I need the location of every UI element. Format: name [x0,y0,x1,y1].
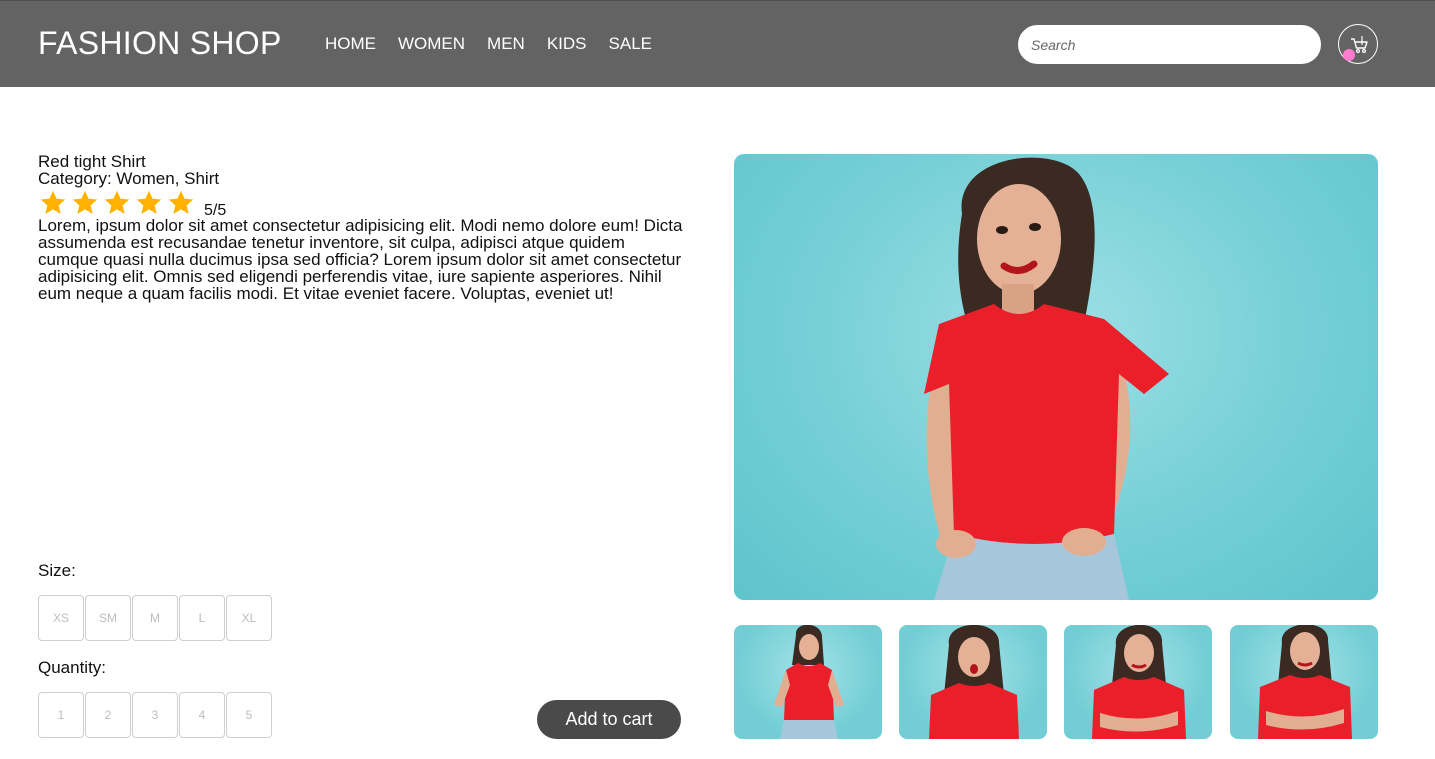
size-option-l[interactable]: L [179,595,225,641]
quantity-options: 1 2 3 4 5 [38,692,273,738]
quantity-option-4[interactable]: 4 [179,692,225,738]
quantity-option-5[interactable]: 5 [226,692,272,738]
product-thumbnail[interactable] [899,625,1047,739]
nav-men[interactable]: MEN [487,34,525,54]
product-title: Red tight Shirt [38,152,146,171]
product-description: Lorem, ipsum dolor sit amet consectetur … [38,216,683,303]
quantity-option-2[interactable]: 2 [85,692,131,738]
product-thumbnail[interactable] [1230,625,1378,739]
cart-badge [1343,49,1355,61]
brand-logo[interactable]: FASHION SHOP [38,25,282,62]
size-label: Size: [38,561,76,580]
star-icon [136,190,162,214]
quantity-option-3[interactable]: 3 [132,692,178,738]
product-info: Red tight Shirt Category: Women, Shirt 5… [38,153,688,302]
quantity-label: Quantity: [38,658,107,677]
search-input[interactable] [1018,25,1321,64]
rating: 5/5 [38,187,688,219]
cart-button[interactable] [1338,24,1378,64]
nav-home[interactable]: HOME [325,34,376,54]
product-category: Category: Women, Shirt [38,169,220,188]
main-product-image [734,154,1378,600]
size-option-xs[interactable]: XS [38,595,84,641]
main-nav: HOME WOMEN MEN KIDS SALE [325,34,652,54]
top-navigation-bar: FASHION SHOP HOME WOMEN MEN KIDS SALE [0,0,1435,87]
star-icon [40,190,66,214]
size-option-m[interactable]: M [132,595,178,641]
size-options: XS SM M L XL [38,595,273,641]
quantity-option-1[interactable]: 1 [38,692,84,738]
product-thumbnail[interactable] [1064,625,1212,739]
star-icon [72,190,98,214]
star-icon [168,190,194,214]
nav-women[interactable]: WOMEN [398,34,465,54]
size-option-sm[interactable]: SM [85,595,131,641]
nav-kids[interactable]: KIDS [547,34,587,54]
add-to-cart-button[interactable]: Add to cart [537,700,681,739]
nav-sale[interactable]: SALE [609,34,652,54]
size-option-xl[interactable]: XL [226,595,272,641]
star-icon [104,190,130,214]
product-thumbnail[interactable] [734,625,882,739]
